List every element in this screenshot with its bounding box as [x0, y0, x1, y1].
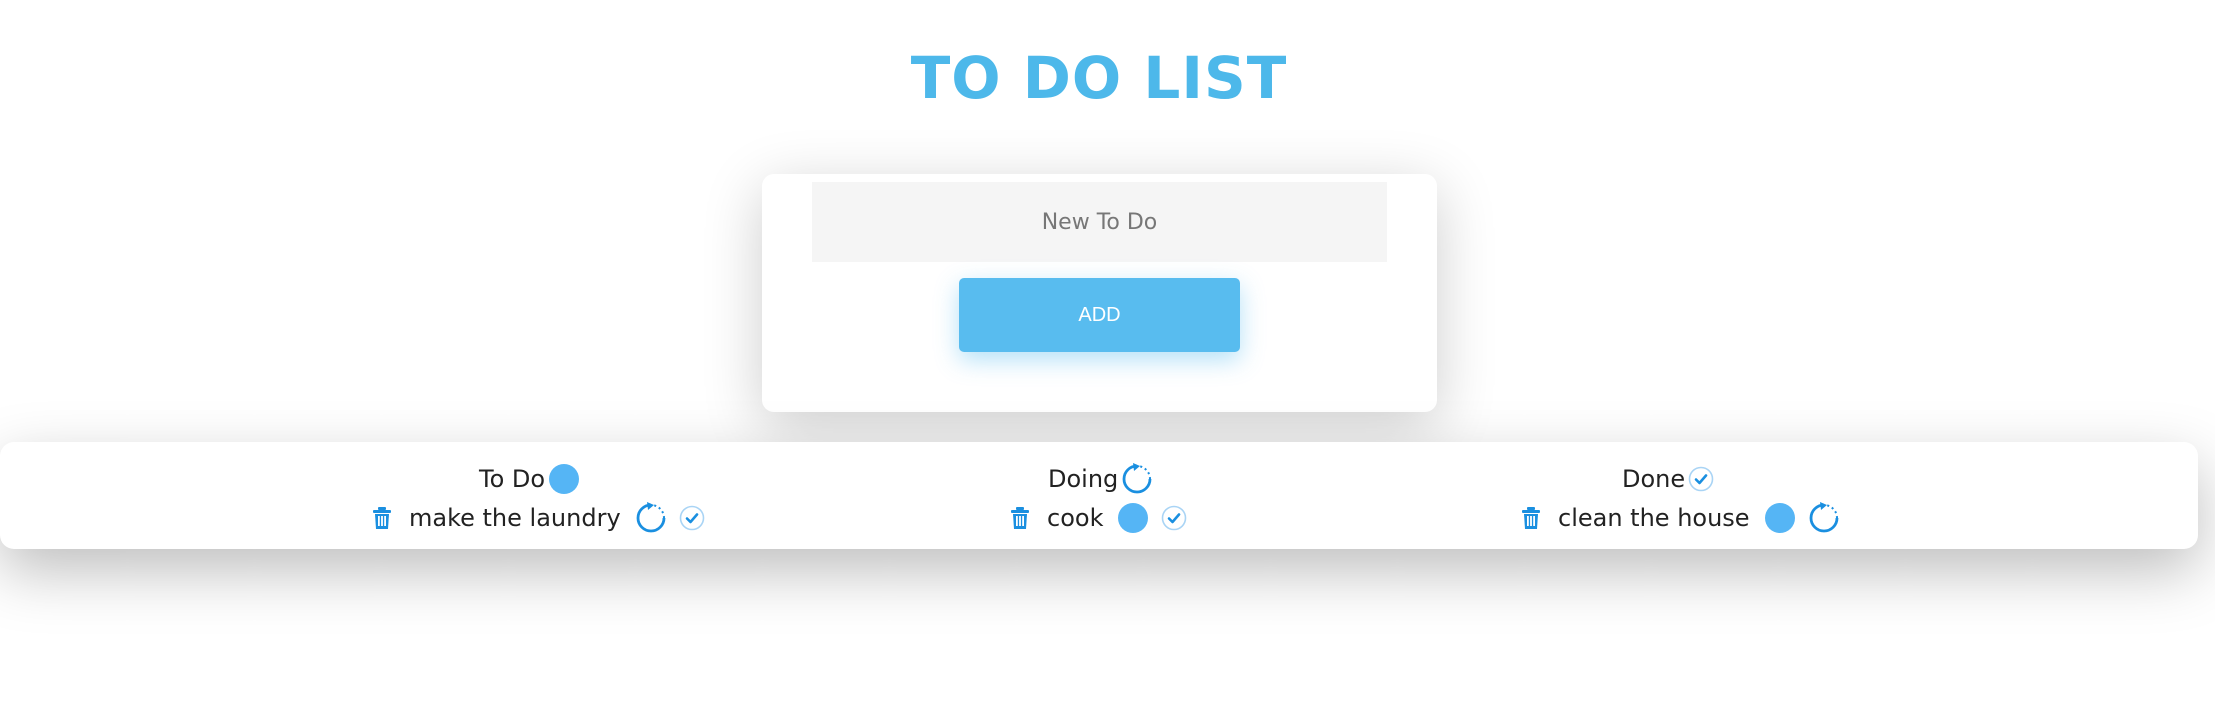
check-circle-icon	[1688, 466, 1714, 492]
list-item: cook	[1007, 500, 1187, 536]
item-text: clean the house	[1558, 504, 1750, 532]
filled-circle-icon[interactable]	[1764, 502, 1796, 534]
refresh-icon	[1121, 463, 1153, 495]
list-item: clean the house	[1518, 500, 1840, 536]
list-item: make the laundry	[369, 500, 705, 536]
column-title: To Do	[479, 465, 546, 493]
filled-circle-icon[interactable]	[1117, 502, 1149, 534]
item-text: make the laundry	[409, 504, 621, 532]
check-circle-icon[interactable]	[1161, 505, 1187, 531]
todo-board: To Do make the laundry Doing cook Done c…	[0, 442, 2198, 549]
column-header-done: Done	[1622, 462, 1714, 496]
check-circle-icon[interactable]	[679, 505, 705, 531]
column-title: Doing	[1048, 465, 1119, 493]
refresh-icon[interactable]	[635, 502, 667, 534]
column-title: Done	[1622, 465, 1686, 493]
trash-icon[interactable]	[369, 505, 395, 531]
trash-icon[interactable]	[1518, 505, 1544, 531]
refresh-icon[interactable]	[1808, 502, 1840, 534]
trash-icon[interactable]	[1007, 505, 1033, 531]
page-title: TO DO LIST	[910, 44, 1288, 112]
new-todo-input[interactable]	[812, 182, 1387, 262]
item-text: cook	[1047, 504, 1104, 532]
filled-circle-icon	[548, 463, 580, 495]
column-header-todo: To Do	[479, 462, 580, 496]
column-header-doing: Doing	[1048, 462, 1153, 496]
new-todo-card: ADD	[762, 174, 1437, 412]
add-button[interactable]: ADD	[959, 278, 1240, 352]
page: TO DO LIST ADD To Do	[0, 0, 2215, 703]
